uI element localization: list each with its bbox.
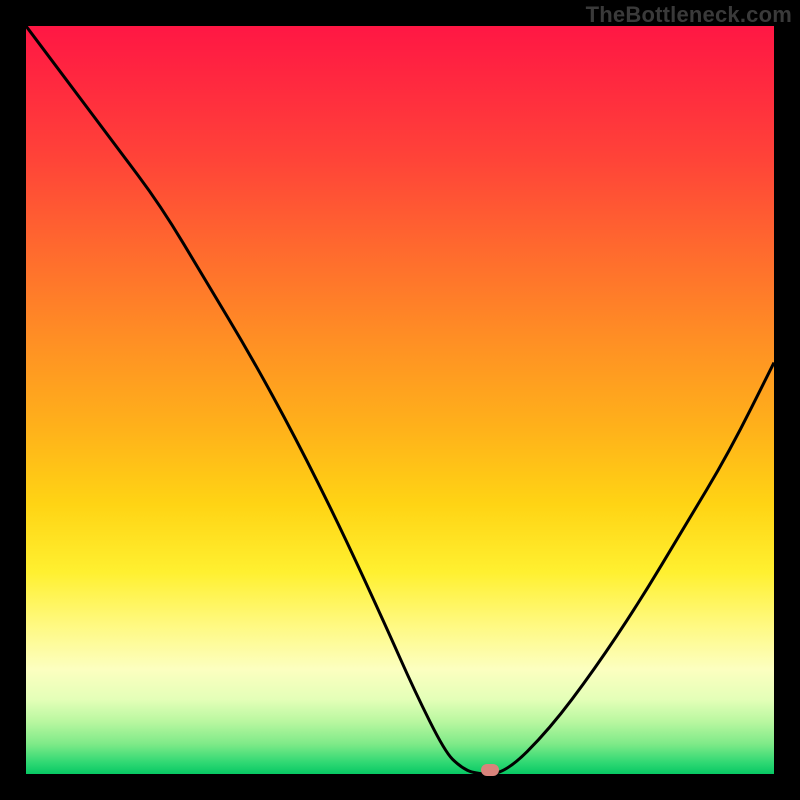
bottleneck-curve [26,26,774,774]
watermark-text: TheBottleneck.com [586,2,792,28]
plot-area [26,26,774,774]
chart-frame: TheBottleneck.com [0,0,800,800]
curve-path [26,26,774,774]
optimal-point-marker [481,764,499,776]
